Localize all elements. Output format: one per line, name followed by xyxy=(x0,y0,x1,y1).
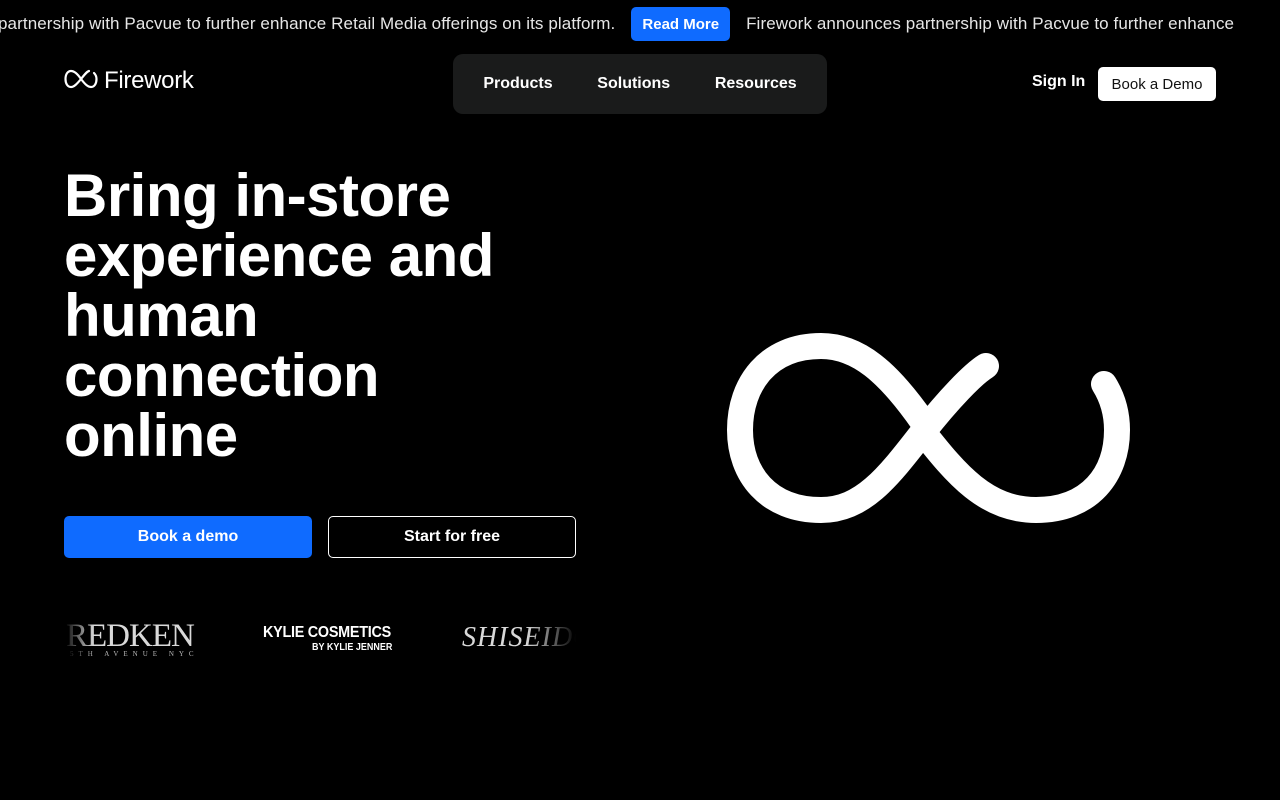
brand-name: Firework xyxy=(104,67,194,94)
hero-line-1: Bring in-store xyxy=(64,166,584,226)
kylie-cosmetics-logo: KYLIE COSMETICS xyxy=(263,624,391,641)
nav-resources[interactable]: Resources xyxy=(715,75,797,93)
customer-logos: REDKEN 5TH AVENUE NYC KYLIE COSMETICS BY… xyxy=(64,614,576,664)
logo-fade-left xyxy=(64,614,94,664)
hero-text-bring: Bring xyxy=(64,162,235,229)
firework-logo[interactable]: Firework xyxy=(64,66,194,96)
hero-text-in-store: in-store xyxy=(234,162,451,229)
book-demo-button[interactable]: Book a Demo xyxy=(1098,67,1216,101)
kylie-cosmetics-logo-subtitle: BY KYLIE JENNER xyxy=(312,642,393,653)
nav-solutions[interactable]: Solutions xyxy=(597,75,670,93)
hero-line-5: online xyxy=(64,402,238,469)
hero-line-4: connection xyxy=(64,346,584,406)
hero-line-2: experience and xyxy=(64,222,494,289)
hero-text-connection: connection xyxy=(64,342,380,409)
read-more-button[interactable]: Read More xyxy=(631,7,731,41)
infinity-icon xyxy=(718,322,1138,542)
announcement-text: partnership with Pacvue to further enhan… xyxy=(0,14,616,33)
sign-in-link[interactable]: Sign In xyxy=(1032,73,1085,91)
hero-line-3: human xyxy=(64,286,584,346)
logo-fade-right xyxy=(526,614,576,664)
hero-heading: Bring in-store experience and human conn… xyxy=(64,166,584,466)
announcement-text-repeat: Firework announces partnership with Pacv… xyxy=(746,14,1235,33)
nav-products[interactable]: Products xyxy=(483,75,552,93)
start-for-free-button[interactable]: Start for free xyxy=(328,516,576,558)
book-a-demo-button[interactable]: Book a demo xyxy=(64,516,312,558)
hero-text-human: human xyxy=(64,282,259,349)
announcement-bar: partnership with Pacvue to further enhan… xyxy=(0,0,1280,48)
main-nav: Products Solutions Resources xyxy=(453,54,827,114)
infinity-icon xyxy=(64,68,98,95)
